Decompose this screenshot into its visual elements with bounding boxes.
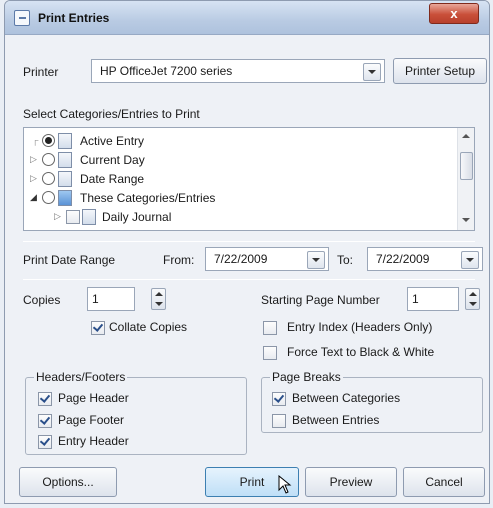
to-date-picker[interactable]: 7/22/2009	[367, 247, 483, 271]
entry-header-label: Entry Header	[58, 434, 129, 448]
to-date-value: 7/22/2009	[376, 252, 430, 266]
page-header-checkbox[interactable]	[38, 392, 52, 406]
expand-icon[interactable]: ▷	[54, 211, 61, 222]
starting-page-label: Starting Page Number	[261, 293, 380, 307]
between-categories-label: Between Categories	[292, 391, 401, 405]
collate-copies-checkbox[interactable]	[91, 321, 105, 335]
collapse-icon[interactable]: ◢	[30, 192, 37, 203]
calendar-icon	[58, 152, 72, 168]
window-title: Print Entries	[38, 11, 110, 25]
collate-copies-label: Collate Copies	[109, 320, 188, 334]
entry-icon	[58, 133, 72, 149]
page-breaks-group: Page Breaks Between Categories Between E…	[261, 370, 483, 433]
radio-active-entry[interactable]	[42, 134, 55, 147]
printer-select-value: HP OfficeJet 7200 series	[100, 64, 233, 78]
printer-select[interactable]: HP OfficeJet 7200 series	[91, 59, 385, 83]
page-footer-label: Page Footer	[58, 413, 125, 427]
divider	[23, 279, 475, 280]
chevron-down-icon[interactable]	[461, 251, 479, 269]
expand-icon[interactable]: ▷	[30, 154, 37, 165]
page-breaks-title: Page Breaks	[270, 370, 343, 384]
categories-icon	[58, 190, 72, 206]
tree-item-label: Active Entry	[80, 134, 145, 148]
from-date-value: 7/22/2009	[214, 252, 268, 266]
tree-scrollbar[interactable]	[457, 128, 474, 230]
entry-index-checkbox[interactable]	[263, 321, 277, 335]
scroll-thumb[interactable]	[460, 152, 473, 180]
date-range-label: Print Date Range	[23, 253, 116, 267]
headers-footers-title: Headers/Footers	[34, 370, 128, 384]
expand-icon[interactable]: ▷	[30, 173, 37, 184]
tree-item-active-entry[interactable]: ┌ Active Entry	[24, 132, 444, 150]
tree-item-label: Date Range	[80, 172, 145, 186]
from-date-picker[interactable]: 7/22/2009	[205, 247, 329, 271]
chevron-down-icon[interactable]	[307, 251, 325, 269]
divider	[23, 241, 475, 242]
title-bar: Print Entries x	[5, 1, 489, 35]
entry-index-label: Entry Index (Headers Only)	[287, 320, 433, 334]
between-categories-checkbox[interactable]	[272, 392, 286, 406]
from-label: From:	[163, 253, 195, 267]
mouse-cursor-icon	[278, 475, 292, 494]
tree-item-label: Daily Journal	[102, 210, 172, 224]
entry-header-checkbox[interactable]	[38, 435, 52, 449]
to-label: To:	[337, 253, 354, 267]
starting-page-value: 1	[412, 292, 419, 306]
preview-button[interactable]: Preview	[305, 467, 397, 497]
radio-current-day[interactable]	[42, 153, 55, 166]
radio-date-range[interactable]	[42, 172, 55, 185]
tree-item-label: Current Day	[80, 153, 145, 167]
window-icon	[14, 10, 30, 26]
tree-item-current-day[interactable]: ▷ Current Day	[24, 151, 444, 169]
scroll-up-icon[interactable]	[458, 128, 473, 144]
cancel-button[interactable]: Cancel	[403, 467, 485, 497]
page-header-label: Page Header	[58, 391, 129, 405]
tree-item-daily-journal[interactable]: ▷ Daily Journal	[24, 208, 444, 226]
categories-label: Select Categories/Entries to Print	[23, 107, 200, 121]
headers-footers-group: Headers/Footers Page Header Page Footer …	[25, 370, 247, 455]
starting-page-stepper[interactable]	[465, 288, 480, 310]
copies-stepper[interactable]	[151, 288, 166, 310]
chevron-down-icon[interactable]	[363, 63, 381, 81]
options-button[interactable]: Options...	[19, 467, 117, 497]
calendar-icon	[58, 171, 72, 187]
tree-item-label: These Categories/Entries	[80, 191, 216, 205]
radio-these-categories[interactable]	[42, 191, 55, 204]
between-entries-label: Between Entries	[292, 413, 380, 427]
categories-tree[interactable]: ┌ Active Entry ▷ Current Day ▷ Date Rang…	[23, 127, 475, 231]
printer-label: Printer	[23, 65, 59, 79]
journal-icon	[82, 209, 96, 225]
copies-input[interactable]: 1	[87, 287, 135, 311]
page-footer-checkbox[interactable]	[38, 414, 52, 428]
force-bw-checkbox[interactable]	[263, 346, 277, 360]
starting-page-input[interactable]: 1	[407, 287, 459, 311]
copies-label: Copies	[23, 293, 61, 307]
tree-line-icon: ┌	[32, 135, 39, 145]
checkbox-daily-journal[interactable]	[66, 210, 80, 224]
copies-value: 1	[92, 292, 99, 306]
scroll-down-icon[interactable]	[458, 212, 473, 228]
print-entries-dialog: Print Entries x Printer HP OfficeJet 720…	[4, 0, 490, 504]
close-button[interactable]: x	[429, 3, 479, 24]
printer-setup-button[interactable]: Printer Setup	[393, 58, 487, 84]
between-entries-checkbox[interactable]	[272, 414, 286, 428]
tree-item-date-range[interactable]: ▷ Date Range	[24, 170, 444, 188]
tree-item-these-categories[interactable]: ◢ These Categories/Entries	[24, 189, 444, 207]
force-bw-label: Force Text to Black & White	[287, 345, 435, 359]
